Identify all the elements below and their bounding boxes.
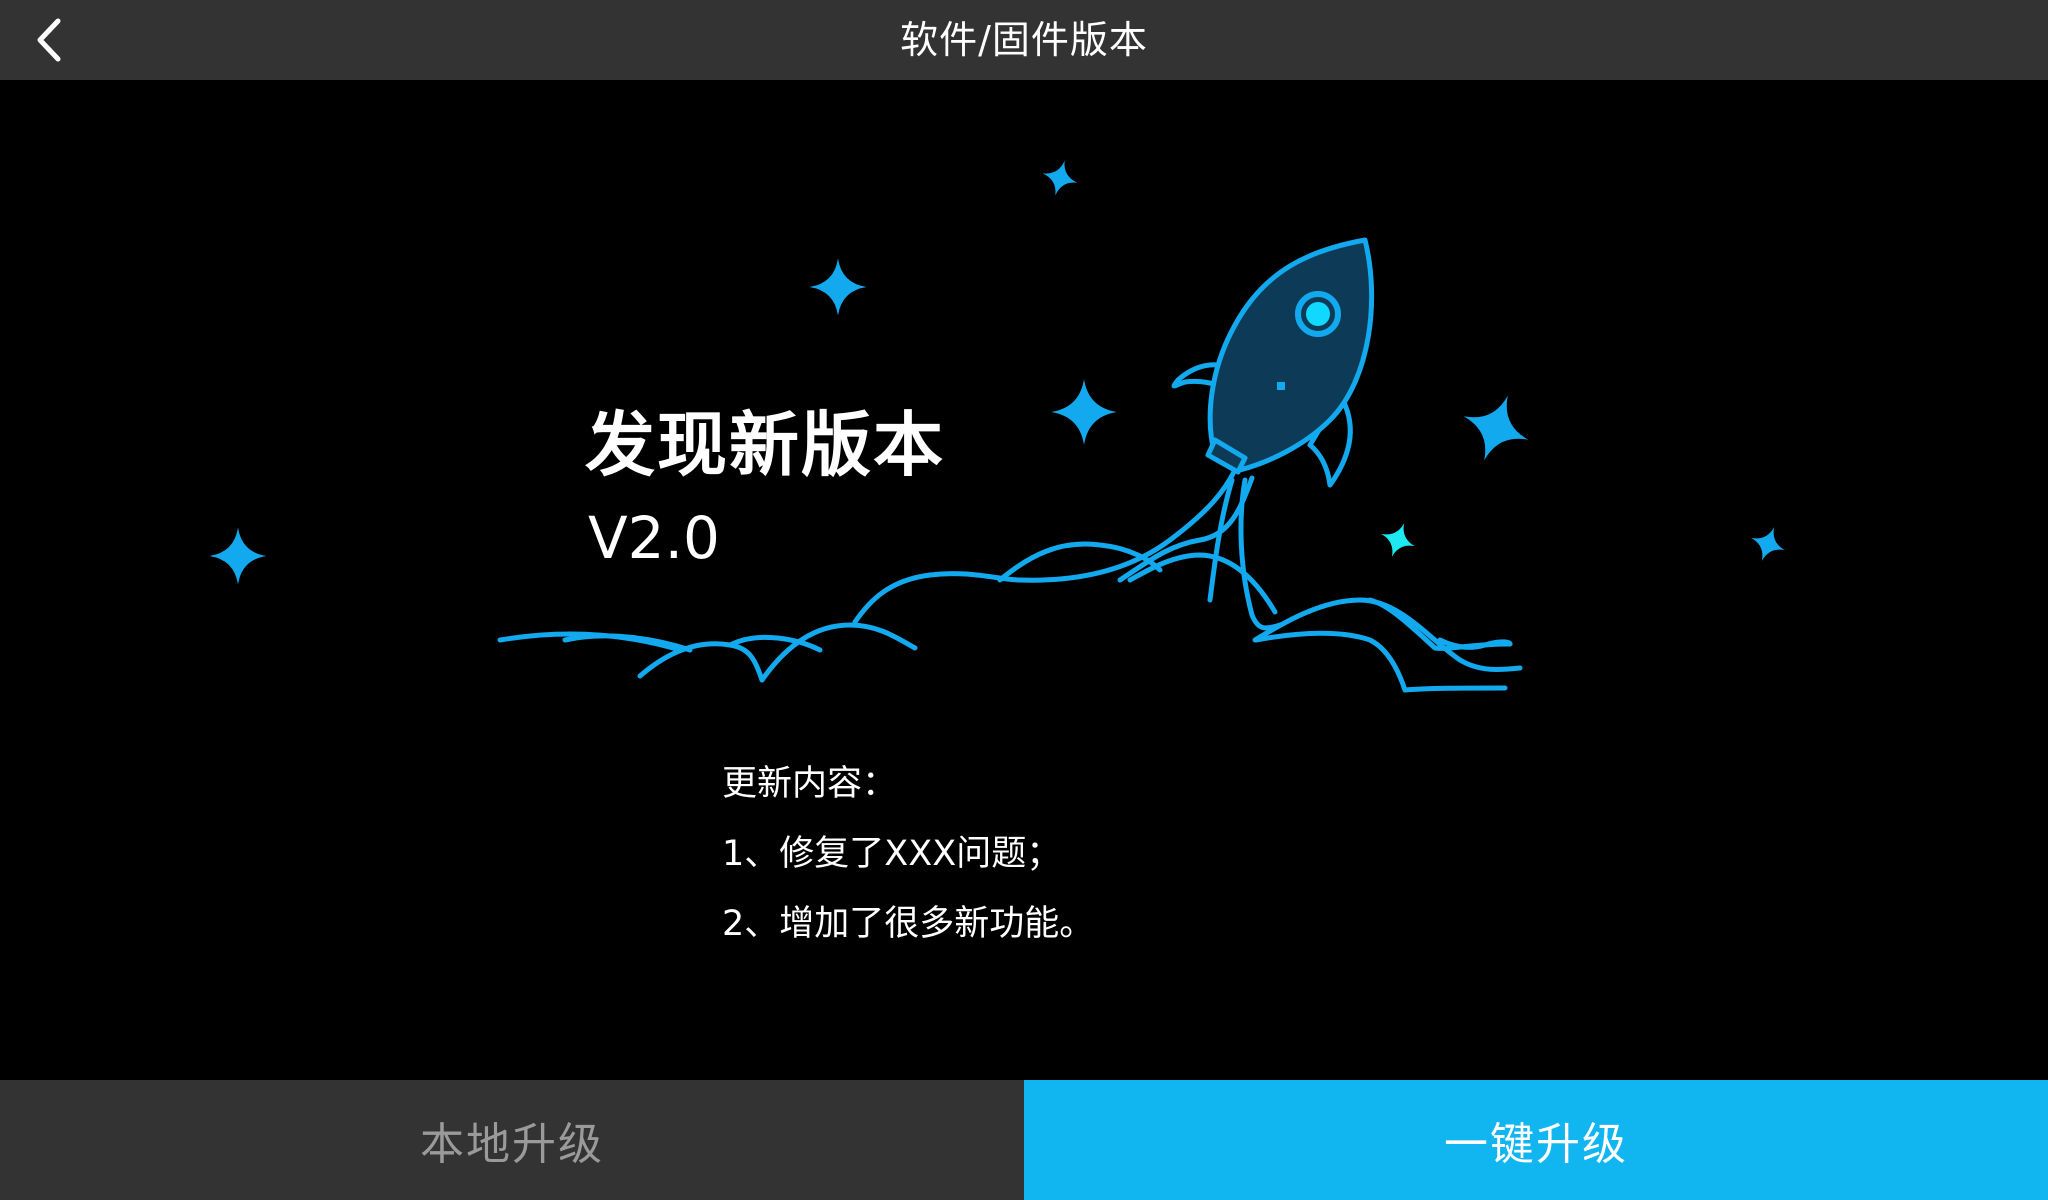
one-click-upgrade-button[interactable]: 一键升级 [1024,1080,2048,1200]
rocket-illustration [209,155,1792,693]
local-upgrade-button[interactable]: 本地升级 [0,1080,1024,1200]
new-version-headline: 发现新版本 [585,404,945,486]
version-number: V2.0 [588,504,720,572]
sparkle-star-icon [1374,516,1422,564]
sparkle-star-icon [809,258,867,316]
page-title: 软件/固件版本 [900,18,1148,62]
firmware-update-screen: 软件/固件版本 发现新版本 V2.0 更新内容： 1、修复了XXX问题； 2、增… [0,0,2048,1200]
release-note-item: 2、增加了很多新功能。 [722,904,1095,944]
sparkle-star-icon [1037,155,1083,201]
sparkle-star-icon [1051,379,1117,445]
release-note-item: 1、修复了XXX问题； [722,834,1062,874]
rocket-icon [1171,237,1375,488]
release-notes: 更新内容： 1、修复了XXX问题； 2、增加了很多新功能。 [722,756,1094,966]
sparkle-star-icon [209,527,267,585]
header-bar: 软件/固件版本 [0,0,2048,80]
sparkle-star-icon [1744,520,1792,568]
sparkle-star-icon [1451,383,1541,473]
release-notes-heading: 更新内容： [722,764,898,804]
